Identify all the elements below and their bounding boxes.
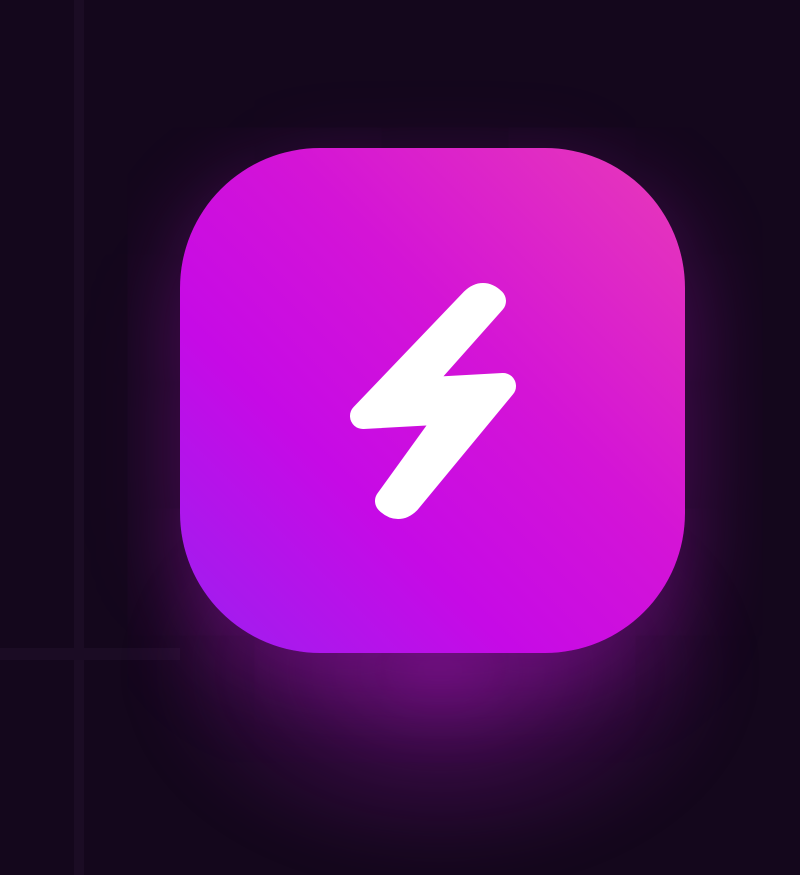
app-icon[interactable] — [180, 148, 685, 653]
lightning-bolt-icon — [349, 282, 516, 519]
canvas — [0, 0, 800, 875]
grid-line-vertical — [74, 0, 84, 875]
